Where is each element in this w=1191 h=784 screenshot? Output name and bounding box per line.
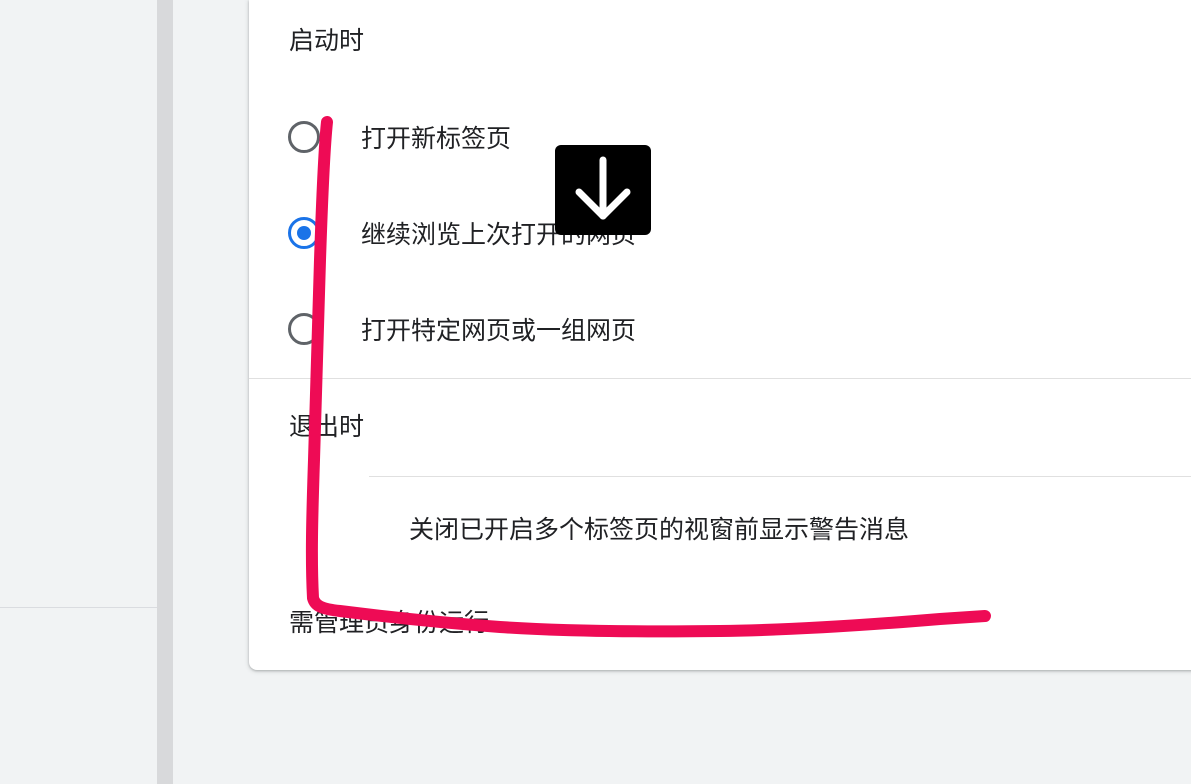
- warn-before-close-setting[interactable]: 关闭已开启多个标签页的视窗前显示警告消息: [369, 476, 1191, 575]
- settings-card: 启动时 打开新标签页 继续浏览上次打开的网页 打开特定网页或一组网页 退出时 关…: [249, 0, 1191, 670]
- drop-indicator: [555, 145, 651, 235]
- arrow-down-icon: [575, 156, 631, 220]
- startup-section-title: 启动时: [289, 26, 365, 55]
- warn-before-close-label: 关闭已开启多个标签页的视窗前显示警告消息: [409, 515, 910, 544]
- radio-button[interactable]: [288, 313, 320, 345]
- exit-section-title: 退出时: [289, 412, 365, 441]
- radio-button-checked[interactable]: [288, 217, 320, 249]
- admin-section-title: 需管理员身份运行: [289, 608, 490, 637]
- browser-settings-page: 启动时 打开新标签页 继续浏览上次打开的网页 打开特定网页或一组网页 退出时 关…: [0, 0, 1191, 784]
- startup-option-specific-pages[interactable]: 打开特定网页或一组网页: [288, 309, 988, 349]
- sidebar-divider: [0, 607, 157, 608]
- settings-sidebar: [0, 0, 157, 784]
- sidebar-scrollbar[interactable]: [157, 0, 173, 784]
- radio-label: 打开特定网页或一组网页: [361, 316, 637, 345]
- radio-label: 打开新标签页: [361, 124, 512, 153]
- radio-button[interactable]: [288, 121, 320, 153]
- section-divider: [249, 378, 1191, 379]
- radio-dot: [297, 226, 311, 240]
